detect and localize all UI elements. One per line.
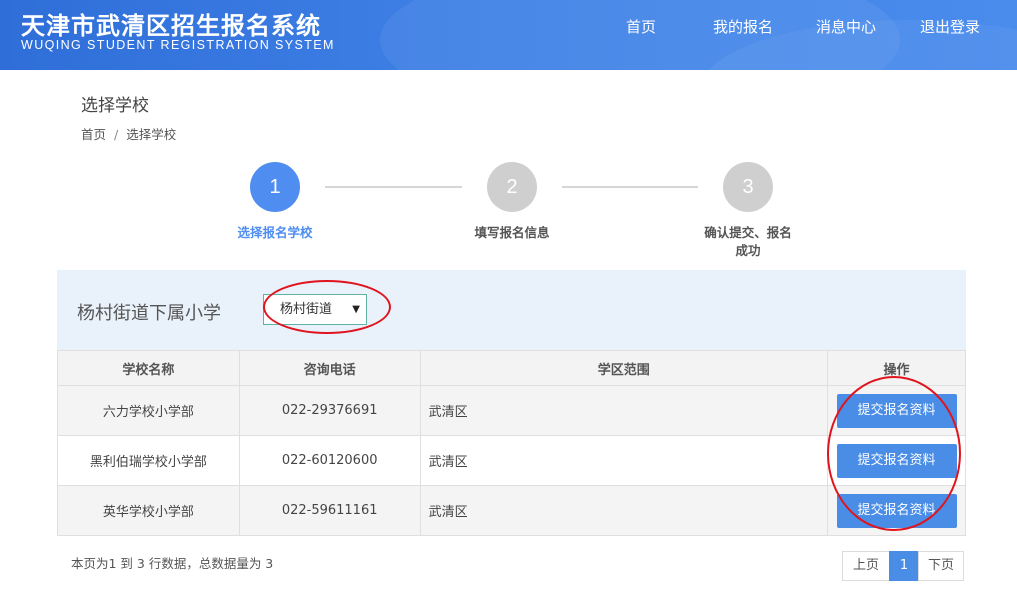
column-header-district-range: 学区范围	[419, 350, 829, 386]
column-header-action: 操作	[827, 350, 966, 386]
column-header-phone: 咨询电话	[238, 350, 421, 386]
step-3-label-line1: 确认提交、报名	[704, 225, 792, 240]
table-row: 六力学校小学部 022-29376691 武清区 提交报名资料	[57, 385, 966, 436]
top-header: 天津市武清区招生报名系统 WUQING STUDENT REGISTRATION…	[0, 0, 1017, 70]
school-table: 学校名称 咨询电话 学区范围 操作 六力学校小学部 022-29376691 武…	[57, 350, 966, 536]
district-range-cell: 武清区	[419, 385, 829, 436]
phone-cell: 022-60120600	[238, 435, 421, 486]
submit-application-button[interactable]: 提交报名资料	[836, 493, 957, 528]
system-title: 天津市武清区招生报名系统	[21, 12, 321, 40]
column-header-school-name: 学校名称	[57, 350, 240, 386]
filter-title: 杨村街道下属小学	[77, 303, 221, 324]
table-row: 英华学校小学部 022-59611161 武清区 提交报名资料	[57, 485, 966, 536]
nav-home[interactable]: 首页	[626, 0, 656, 54]
step-2-label: 填写报名信息	[474, 225, 550, 240]
step-1-circle: 1	[250, 162, 300, 212]
current-page-button[interactable]: 1	[889, 551, 919, 581]
step-connector	[325, 186, 462, 188]
street-select-value: 杨村街道	[280, 302, 333, 317]
system-subtitle: WUQING STUDENT REGISTRATION SYSTEM	[21, 38, 335, 52]
prev-page-button[interactable]: 上页	[842, 551, 890, 581]
phone-cell: 022-29376691	[238, 385, 421, 436]
nav-message-center[interactable]: 消息中心	[816, 0, 876, 54]
submit-application-button[interactable]: 提交报名资料	[836, 393, 957, 428]
table-header-row: 学校名称 咨询电话 学区范围 操作	[57, 350, 966, 386]
filter-panel: 杨村街道下属小学 杨村街道 ▼	[57, 270, 966, 350]
district-range-cell: 武清区	[419, 435, 829, 486]
nav-logout[interactable]: 退出登录	[920, 0, 980, 54]
breadcrumb: 首页 / 选择学校	[81, 124, 176, 143]
step-connector	[562, 186, 698, 188]
breadcrumb-current: 选择学校	[126, 127, 177, 142]
school-name-cell: 英华学校小学部	[57, 485, 240, 536]
step-3-circle: 3	[723, 162, 773, 212]
phone-cell: 022-59611161	[238, 485, 421, 536]
pagination: 上页 1 下页	[842, 551, 964, 581]
action-cell: 提交报名资料	[827, 485, 966, 536]
district-range-cell: 武清区	[419, 485, 829, 536]
submit-application-button[interactable]: 提交报名资料	[836, 443, 957, 478]
table-row: 黑利伯瑞学校小学部 022-60120600 武清区 提交报名资料	[57, 435, 966, 486]
page-summary: 本页为1 到 3 行数据，总数据量为 3	[71, 556, 274, 571]
action-cell: 提交报名资料	[827, 385, 966, 436]
nav-my-registration[interactable]: 我的报名	[713, 0, 773, 54]
street-select[interactable]: 杨村街道 ▼	[263, 294, 367, 325]
step-3-label-line2: 成功	[735, 243, 761, 258]
step-1-label: 选择报名学校	[237, 225, 313, 240]
step-3-label: 确认提交、报名 成功	[688, 224, 808, 260]
breadcrumb-home[interactable]: 首页	[81, 127, 106, 142]
school-name-cell: 六力学校小学部	[57, 385, 240, 436]
school-name-cell: 黑利伯瑞学校小学部	[57, 435, 240, 486]
action-cell: 提交报名资料	[827, 435, 966, 486]
page-title: 选择学校	[81, 96, 149, 116]
next-page-button[interactable]: 下页	[918, 551, 964, 581]
breadcrumb-separator: /	[114, 127, 119, 142]
step-2-circle: 2	[487, 162, 537, 212]
dropdown-caret-icon: ▼	[352, 304, 360, 315]
